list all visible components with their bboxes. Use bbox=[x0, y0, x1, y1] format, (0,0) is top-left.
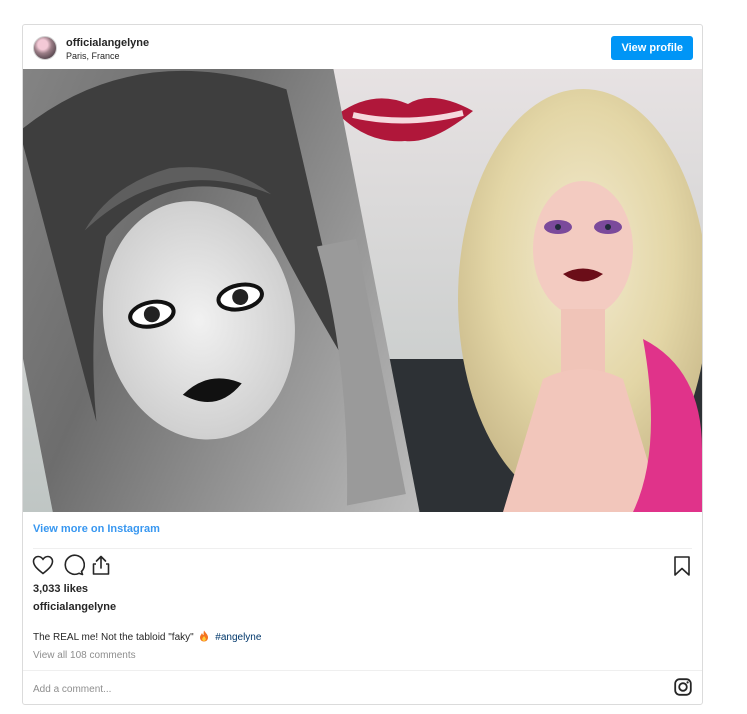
share-icon[interactable] bbox=[89, 553, 113, 577]
post-caption: The REAL me! Not the tabloid "faky" #ang… bbox=[33, 630, 261, 645]
bookmark-icon[interactable] bbox=[670, 554, 694, 578]
location[interactable]: Paris, France bbox=[66, 51, 120, 61]
likes-count[interactable]: 3,033 likes bbox=[33, 583, 88, 595]
username[interactable]: officialangelyne bbox=[66, 37, 149, 49]
view-all-comments-link[interactable]: View all 108 comments bbox=[33, 650, 136, 661]
post-image[interactable] bbox=[23, 69, 702, 512]
avatar[interactable] bbox=[33, 36, 57, 60]
divider bbox=[23, 670, 702, 671]
post-owner-username[interactable]: officialangelyne bbox=[33, 601, 116, 613]
post-header: officialangelyne Paris, France View prof… bbox=[23, 25, 702, 70]
flame-emoji bbox=[199, 630, 209, 645]
hashtag-link[interactable]: #angelyne bbox=[215, 632, 261, 643]
view-profile-button[interactable]: View profile bbox=[611, 36, 693, 60]
add-comment-input[interactable]: Add a comment... bbox=[33, 684, 111, 695]
heart-icon[interactable] bbox=[31, 553, 55, 577]
post-photo-collage bbox=[23, 69, 702, 512]
instagram-icon[interactable] bbox=[674, 678, 692, 696]
comment-icon[interactable] bbox=[61, 553, 86, 577]
caption-text: The REAL me! Not the tabloid "faky" bbox=[33, 632, 194, 643]
instagram-embed-card: officialangelyne Paris, France View prof… bbox=[22, 24, 703, 705]
view-more-link[interactable]: View more on Instagram bbox=[33, 523, 160, 535]
divider bbox=[33, 548, 692, 549]
